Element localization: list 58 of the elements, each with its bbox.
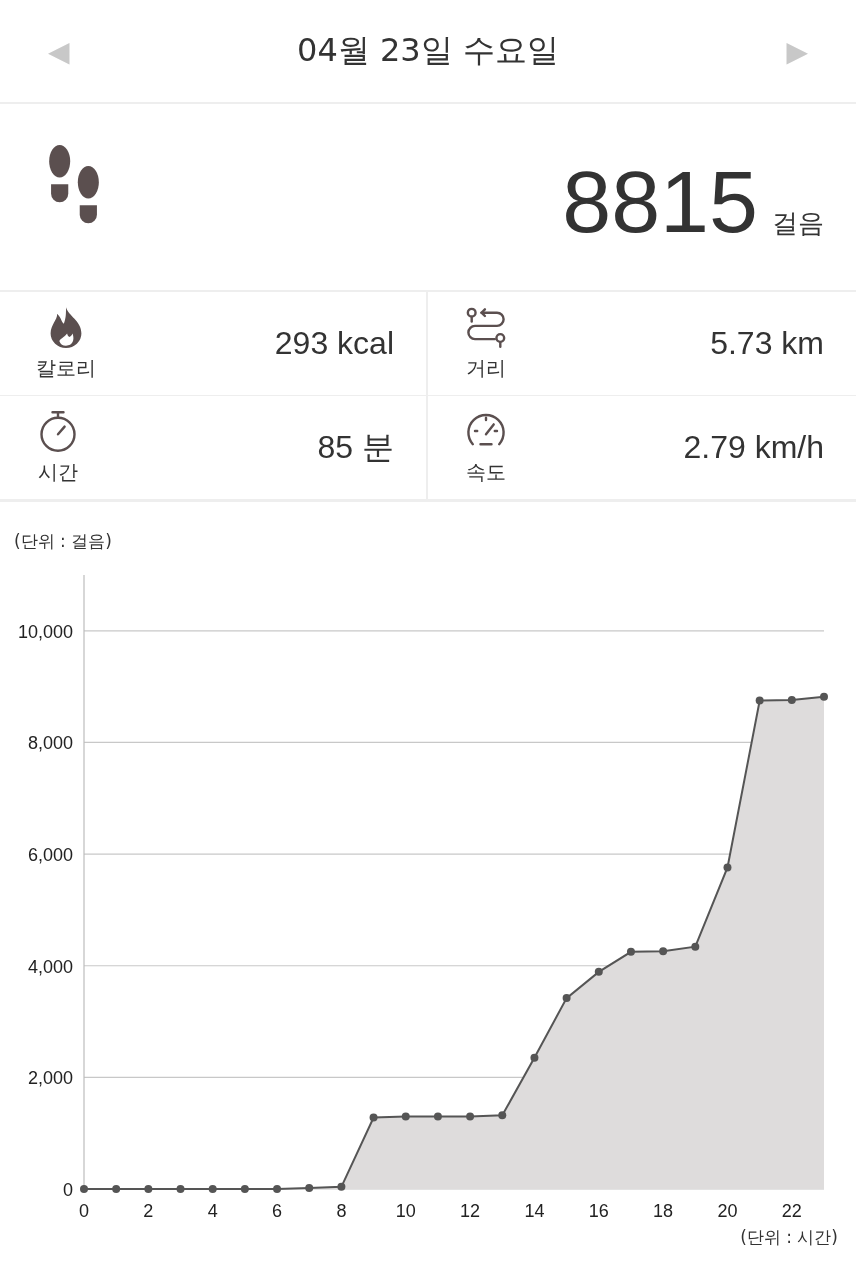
x-axis-label: 20 bbox=[717, 1201, 738, 1221]
stat-value: 5.73 km bbox=[710, 325, 824, 362]
x-axis-label: 10 bbox=[395, 1201, 416, 1221]
stat-label: 시간 bbox=[38, 459, 78, 486]
y-axis-label: 6,000 bbox=[27, 845, 73, 866]
step-unit: 걸음 bbox=[772, 207, 824, 240]
stat-value: 85 분 bbox=[317, 427, 394, 467]
data-point bbox=[369, 1113, 378, 1122]
data-point bbox=[820, 692, 828, 701]
data-point bbox=[626, 947, 635, 956]
data-point bbox=[305, 1183, 314, 1192]
data-point bbox=[659, 947, 668, 956]
stat-label: 칼로리 bbox=[36, 355, 96, 382]
data-point bbox=[337, 1182, 346, 1191]
x-axis-label: 16 bbox=[588, 1201, 609, 1221]
data-point bbox=[208, 1185, 217, 1193]
x-axis-label: 2 bbox=[143, 1201, 154, 1221]
y-axis-label: 0 bbox=[63, 1180, 73, 1200]
stat-value: 2.79 km/h bbox=[683, 429, 824, 466]
data-point bbox=[691, 942, 700, 951]
data-point bbox=[176, 1185, 185, 1193]
data-point bbox=[433, 1112, 442, 1121]
data-point bbox=[594, 967, 603, 976]
data-point bbox=[144, 1185, 153, 1193]
data-point bbox=[530, 1053, 539, 1062]
data-point bbox=[80, 1185, 88, 1193]
step-count: 8815 bbox=[562, 151, 758, 253]
x-axis-label: 12 bbox=[460, 1201, 481, 1221]
route-icon bbox=[464, 305, 508, 349]
data-point bbox=[466, 1112, 475, 1121]
data-point bbox=[240, 1185, 249, 1193]
data-point bbox=[273, 1185, 282, 1193]
y-unit-label: (단위 : 걸음) bbox=[13, 530, 113, 553]
data-point bbox=[112, 1185, 121, 1193]
data-point bbox=[401, 1112, 410, 1121]
data-point bbox=[787, 696, 796, 705]
stat-label: 거리 bbox=[466, 355, 506, 382]
x-axis-label: 6 bbox=[272, 1201, 283, 1221]
y-axis-label: 8,000 bbox=[27, 733, 73, 754]
x-axis-label: 4 bbox=[207, 1201, 218, 1221]
x-axis-label: 14 bbox=[524, 1201, 545, 1221]
data-point bbox=[562, 994, 571, 1003]
stat-value: 293 kcal bbox=[274, 325, 394, 362]
x-axis-label: 18 bbox=[653, 1201, 674, 1221]
y-axis-label: 10,000 bbox=[17, 621, 73, 642]
stat-label: 속도 bbox=[466, 459, 506, 486]
data-point bbox=[498, 1111, 507, 1120]
x-axis-label: 8 bbox=[336, 1201, 347, 1221]
previous-day-button[interactable]: ◀ bbox=[48, 34, 70, 68]
data-point bbox=[755, 696, 764, 705]
y-axis-label: 4,000 bbox=[27, 956, 73, 977]
y-axis-label: 2,000 bbox=[27, 1068, 73, 1089]
x-unit-label: (단위 : 시간) bbox=[739, 1226, 839, 1249]
x-axis-label: 0 bbox=[79, 1201, 89, 1221]
date-title: 04월 23일 수요일 bbox=[297, 30, 559, 71]
next-day-button[interactable]: ▶ bbox=[786, 34, 808, 68]
x-axis-label: 22 bbox=[781, 1201, 802, 1221]
data-point bbox=[723, 863, 732, 872]
